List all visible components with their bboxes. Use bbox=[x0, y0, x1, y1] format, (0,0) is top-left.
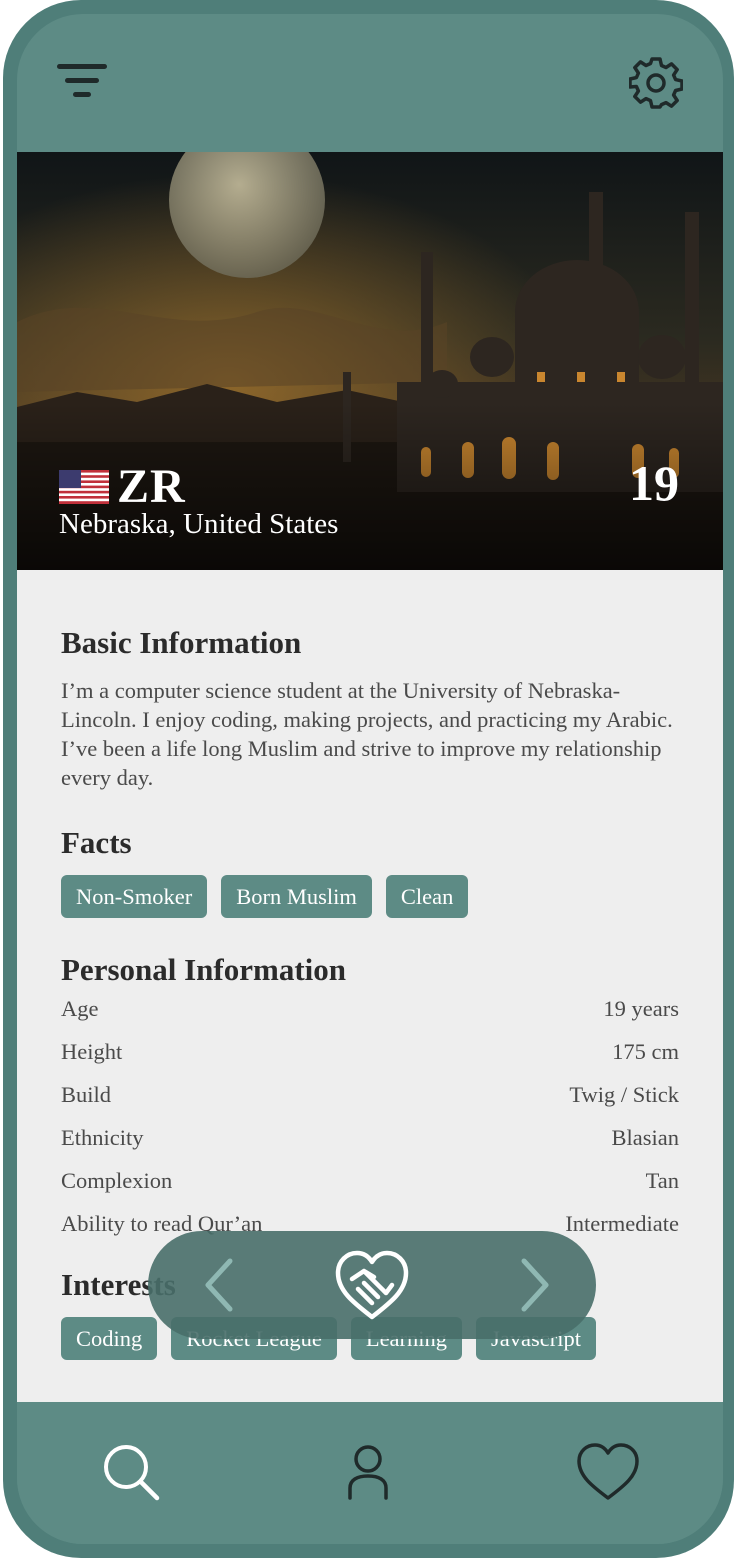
top-bar bbox=[17, 14, 723, 152]
chevron-right-icon[interactable] bbox=[514, 1257, 554, 1313]
info-row: Age 19 years bbox=[61, 996, 679, 1022]
search-icon[interactable] bbox=[101, 1442, 161, 1502]
bio-text: I’m a computer science student at the Un… bbox=[61, 678, 673, 790]
info-label: Ethnicity bbox=[61, 1125, 144, 1150]
info-row: Ethnicity Blasian bbox=[61, 1125, 679, 1151]
info-label: Height bbox=[61, 1039, 123, 1064]
info-label: Complexion bbox=[61, 1168, 173, 1193]
info-label: Build bbox=[61, 1082, 112, 1107]
info-row: Complexion Tan bbox=[61, 1168, 679, 1194]
fact-chip[interactable]: Non-Smoker bbox=[61, 875, 208, 918]
section-title-facts: Facts bbox=[61, 825, 132, 860]
section-title-basic: Basic Information bbox=[61, 625, 302, 660]
chevron-left-icon[interactable] bbox=[200, 1257, 240, 1313]
info-value: Twig / Stick bbox=[569, 1082, 679, 1107]
info-value: Intermediate bbox=[565, 1211, 679, 1236]
profile-name-row: ZR bbox=[59, 462, 186, 512]
profile-age: 19 bbox=[629, 455, 679, 511]
profile-hero: ZR 19 Nebraska, United States bbox=[17, 152, 723, 570]
match-action-bar bbox=[148, 1231, 596, 1339]
handshake-heart-icon[interactable] bbox=[334, 1249, 410, 1321]
info-row: Height 175 cm bbox=[61, 1039, 679, 1065]
info-value: 19 years bbox=[603, 996, 679, 1021]
info-label: Age bbox=[61, 996, 99, 1021]
info-value: Tan bbox=[645, 1168, 679, 1193]
bottom-nav bbox=[17, 1402, 723, 1544]
info-value: Blasian bbox=[611, 1125, 680, 1150]
facts-chips: Non-Smoker Born Muslim Clean bbox=[61, 875, 482, 918]
section-title-personal: Personal Information bbox=[61, 952, 347, 987]
gear-icon[interactable] bbox=[629, 56, 683, 110]
fact-chip[interactable]: Clean bbox=[385, 875, 469, 918]
filter-menu-icon[interactable] bbox=[57, 64, 113, 104]
fact-chip[interactable]: Born Muslim bbox=[221, 875, 372, 918]
info-row: Build Twig / Stick bbox=[61, 1082, 679, 1108]
info-value: 175 cm bbox=[612, 1039, 679, 1064]
profile-location: Nebraska, United States bbox=[59, 508, 339, 540]
heart-icon[interactable] bbox=[575, 1442, 641, 1502]
profile-name: ZR bbox=[117, 460, 186, 513]
interest-chip[interactable]: Coding bbox=[61, 1317, 158, 1360]
user-icon[interactable] bbox=[345, 1444, 391, 1500]
us-flag-icon bbox=[59, 470, 109, 504]
app-screen: ZR 19 Nebraska, United States Basic Info… bbox=[17, 14, 723, 1544]
